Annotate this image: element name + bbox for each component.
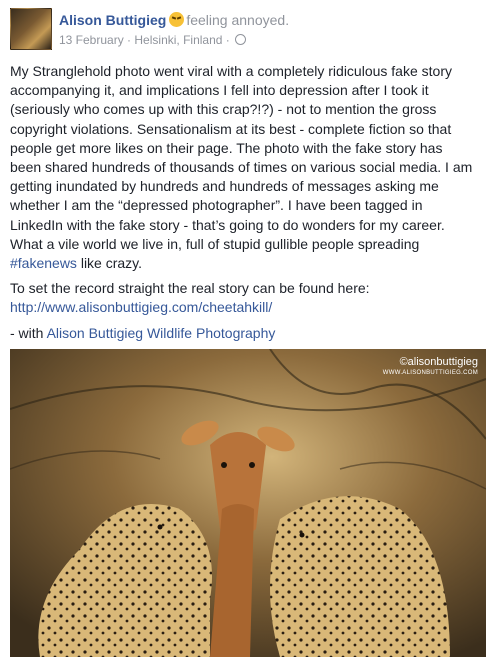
post-location[interactable]: Helsinki, Finland (134, 33, 222, 47)
meta-separator: · (225, 33, 230, 47)
record-paragraph: To set the record straight the real stor… (10, 279, 488, 317)
photo-watermark: ©alisonbuttigieg WWW.ALISONBUTTIGIEG.COM (383, 357, 478, 379)
body-line: been shared hundreds of thousands of tim… (10, 159, 473, 176)
body-line: whether I am the “depressed photographer… (10, 197, 423, 214)
impala-eye (221, 462, 227, 468)
facebook-post: Alison Buttigieg feeling annoyed. 13 Febr… (0, 0, 496, 657)
post-date[interactable]: 13 February (59, 33, 124, 47)
post-meta: 13 February · Helsinki, Finland · (59, 32, 247, 48)
avatar[interactable] (10, 8, 52, 50)
body-line: people get more likes on their page. The… (10, 139, 443, 156)
body-line: copyright violations. Sensationalism at … (10, 120, 452, 137)
globe-icon[interactable] (235, 34, 247, 45)
post-body: My Stranglehold photo went viral with a … (10, 62, 488, 349)
body-line-last: #fakenews like crazy. (10, 254, 488, 273)
body-line: (seriously who comes up with this crap?!… (10, 101, 437, 118)
impala-eye (249, 462, 255, 468)
hashtag-link[interactable]: #fakenews (10, 255, 77, 271)
cheetah-eye (299, 532, 305, 538)
body-line: accompanying it, and implications I fell… (10, 82, 429, 99)
record-link[interactable]: http://www.alisonbuttigieg.com/cheetahki… (10, 299, 272, 315)
body-line: LinkedIn with the fake story - that’s go… (10, 216, 445, 233)
annoyed-face-icon (169, 12, 185, 27)
author-name[interactable]: Alison Buttigieg (59, 12, 166, 28)
body-line: getting inundated by hundreds and hundre… (10, 178, 439, 195)
body-line: My Stranglehold photo went viral with a … (10, 63, 452, 79)
feeling-text: feeling annoyed. (186, 12, 290, 28)
meta-separator: · (127, 33, 132, 47)
tagged-page-link[interactable]: Alison Buttigieg Wildlife Photography (47, 325, 276, 341)
watermark-url: WWW.ALISONBUTTIGIEG.COM (382, 370, 478, 376)
body-paragraph: My Stranglehold photo went viral with a … (10, 62, 488, 273)
record-text: To set the record straight the real stor… (10, 280, 370, 297)
with-prefix: - with (10, 324, 47, 341)
body-line: What a vile world we live in, full of st… (10, 235, 420, 252)
cheetah-eye (157, 524, 163, 530)
hashtag-suffix: like crazy. (76, 255, 143, 272)
photo-illustration (10, 349, 486, 657)
with-paragraph: - with Alison Buttigieg Wildlife Photogr… (10, 324, 488, 343)
watermark-brand: ©alisonbuttigieg (399, 356, 478, 368)
name-line: Alison Buttigieg feeling annoyed. (59, 11, 289, 29)
post-photo[interactable]: ©alisonbuttigieg WWW.ALISONBUTTIGIEG.COM (10, 349, 486, 657)
